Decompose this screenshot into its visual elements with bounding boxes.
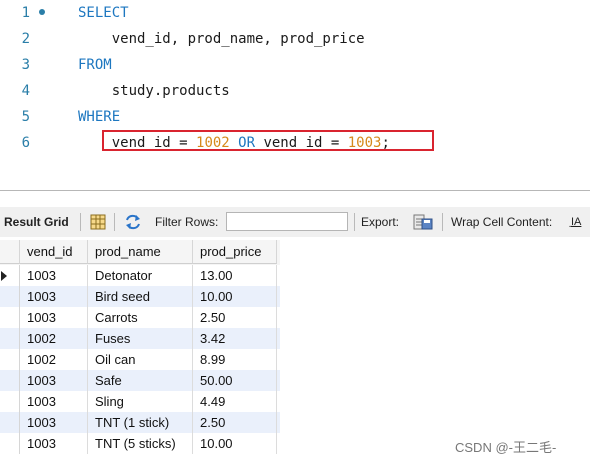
- code-text: study.products: [78, 78, 230, 104]
- toolbar-divider: [80, 213, 81, 231]
- code-line[interactable]: 1 SELECT: [0, 0, 590, 26]
- code-line[interactable]: 4 study.products: [0, 78, 590, 104]
- filter-rows-input[interactable]: [226, 212, 348, 231]
- row-selector[interactable]: [0, 328, 20, 349]
- cell-vend-id[interactable]: 1003: [20, 370, 88, 391]
- grid-layout-icon[interactable]: [90, 214, 106, 233]
- sql-keyword: FROM: [78, 57, 112, 73]
- cell-vend-id[interactable]: 1003: [20, 433, 88, 454]
- row-selector[interactable]: [0, 286, 20, 307]
- row-selector[interactable]: [0, 391, 20, 412]
- row-selector[interactable]: [0, 349, 20, 370]
- cell-prod-price[interactable]: 2.50: [193, 412, 277, 433]
- line-number: 2: [21, 31, 30, 47]
- cell-prod-price[interactable]: 10.00: [193, 286, 277, 307]
- cell-vend-id[interactable]: 1003: [20, 286, 88, 307]
- table-row[interactable]: 1003 Detonator 13.00: [0, 265, 280, 286]
- cell-prod-price[interactable]: 4.49: [193, 391, 277, 412]
- cell-vend-id[interactable]: 1002: [20, 349, 88, 370]
- code-text: vend_id, prod_name, prod_price: [78, 26, 365, 52]
- result-toolbar: Result Grid Filter Rows: Export: Wrap Ce…: [0, 207, 590, 237]
- line-number: 5: [21, 109, 30, 125]
- cell-prod-name[interactable]: Sling: [88, 391, 193, 412]
- cell-prod-name[interactable]: Bird seed: [88, 286, 193, 307]
- cell-prod-name[interactable]: Carrots: [88, 307, 193, 328]
- table-row[interactable]: 1002 Fuses 3.42: [0, 328, 280, 349]
- table-row[interactable]: 1003 Sling 4.49: [0, 391, 280, 412]
- line-number: 1: [21, 5, 30, 21]
- cell-prod-name[interactable]: Safe: [88, 370, 193, 391]
- cell-prod-name[interactable]: TNT (5 sticks): [88, 433, 193, 454]
- cell-vend-id[interactable]: 1003: [20, 265, 88, 286]
- cell-prod-price[interactable]: 10.00: [193, 433, 277, 454]
- table-row[interactable]: 1003 Carrots 2.50: [0, 307, 280, 328]
- statement-marker-icon: [39, 9, 45, 15]
- table-row[interactable]: 1003 TNT (1 stick) 2.50: [0, 412, 280, 433]
- row-selector-header: [0, 240, 20, 264]
- sql-identifier: study.products: [78, 83, 230, 99]
- cell-prod-name[interactable]: Detonator: [88, 265, 193, 286]
- toolbar-divider: [442, 213, 443, 231]
- cell-vend-id[interactable]: 1003: [20, 412, 88, 433]
- cell-vend-id[interactable]: 1003: [20, 391, 88, 412]
- sql-identifier: vend_id, prod_name, prod_price: [78, 31, 365, 47]
- cell-vend-id[interactable]: 1002: [20, 328, 88, 349]
- cell-prod-name[interactable]: Oil can: [88, 349, 193, 370]
- cell-prod-price[interactable]: 8.99: [193, 349, 277, 370]
- code-line[interactable]: 3 FROM: [0, 52, 590, 78]
- cell-prod-name[interactable]: TNT (1 stick): [88, 412, 193, 433]
- table-row[interactable]: 1003 Safe 50.00: [0, 370, 280, 391]
- export-label: Export:: [361, 215, 400, 229]
- wrap-cell-content-label: Wrap Cell Content:: [451, 215, 553, 229]
- toolbar-divider: [114, 213, 115, 231]
- where-clause-highlight-box: [102, 130, 434, 151]
- row-selector[interactable]: [0, 412, 20, 433]
- column-header-vend-id[interactable]: vend_id: [20, 240, 88, 264]
- row-selector[interactable]: [0, 265, 20, 286]
- cell-vend-id[interactable]: 1003: [20, 307, 88, 328]
- table-row[interactable]: 1002 Oil can 8.99: [0, 349, 280, 370]
- toolbar-divider: [354, 213, 355, 231]
- line-number: 4: [21, 83, 30, 99]
- column-header-prod-name[interactable]: prod_name: [88, 240, 193, 264]
- wrap-cell-content-icon[interactable]: I̲A: [571, 207, 581, 237]
- watermark-text: CSDN @-王二毛-: [455, 440, 557, 455]
- sql-keyword: WHERE: [78, 109, 121, 125]
- sql-keyword: SELECT: [78, 5, 129, 21]
- row-selector[interactable]: [0, 433, 20, 454]
- workbench-window: 1 SELECT 2 vend_id, prod_name, prod_price 3…: [0, 0, 590, 463]
- code-text: FROM: [78, 52, 112, 78]
- cell-prod-name[interactable]: Fuses: [88, 328, 193, 349]
- row-selector[interactable]: [0, 307, 20, 328]
- code-text: SELECT: [78, 0, 129, 26]
- result-grid-tab[interactable]: Result Grid: [4, 207, 69, 237]
- cell-prod-price[interactable]: 3.42: [193, 328, 277, 349]
- result-grid-header: vend_id prod_name prod_price: [0, 240, 280, 265]
- table-row[interactable]: 1003 Bird seed 10.00: [0, 286, 280, 307]
- current-row-arrow-icon: [1, 271, 7, 281]
- line-number: 3: [21, 57, 30, 73]
- cell-prod-price[interactable]: 50.00: [193, 370, 277, 391]
- code-text: WHERE: [78, 104, 120, 130]
- code-line[interactable]: 5 WHERE: [0, 104, 590, 130]
- export-save-icon[interactable]: [413, 214, 433, 233]
- sql-editor[interactable]: 1 SELECT 2 vend_id, prod_name, prod_price 3…: [0, 0, 590, 168]
- code-line[interactable]: 2 vend_id, prod_name, prod_price: [0, 26, 590, 52]
- table-row[interactable]: 1003 TNT (5 sticks) 10.00: [0, 433, 280, 454]
- column-header-prod-price[interactable]: prod_price: [193, 240, 277, 264]
- row-selector[interactable]: [0, 370, 20, 391]
- cell-prod-price[interactable]: 13.00: [193, 265, 277, 286]
- panel-splitter[interactable]: [0, 190, 590, 191]
- filter-rows-label: Filter Rows:: [155, 215, 219, 229]
- refresh-icon[interactable]: [124, 214, 142, 233]
- line-number: 6: [21, 135, 30, 151]
- cell-prod-price[interactable]: 2.50: [193, 307, 277, 328]
